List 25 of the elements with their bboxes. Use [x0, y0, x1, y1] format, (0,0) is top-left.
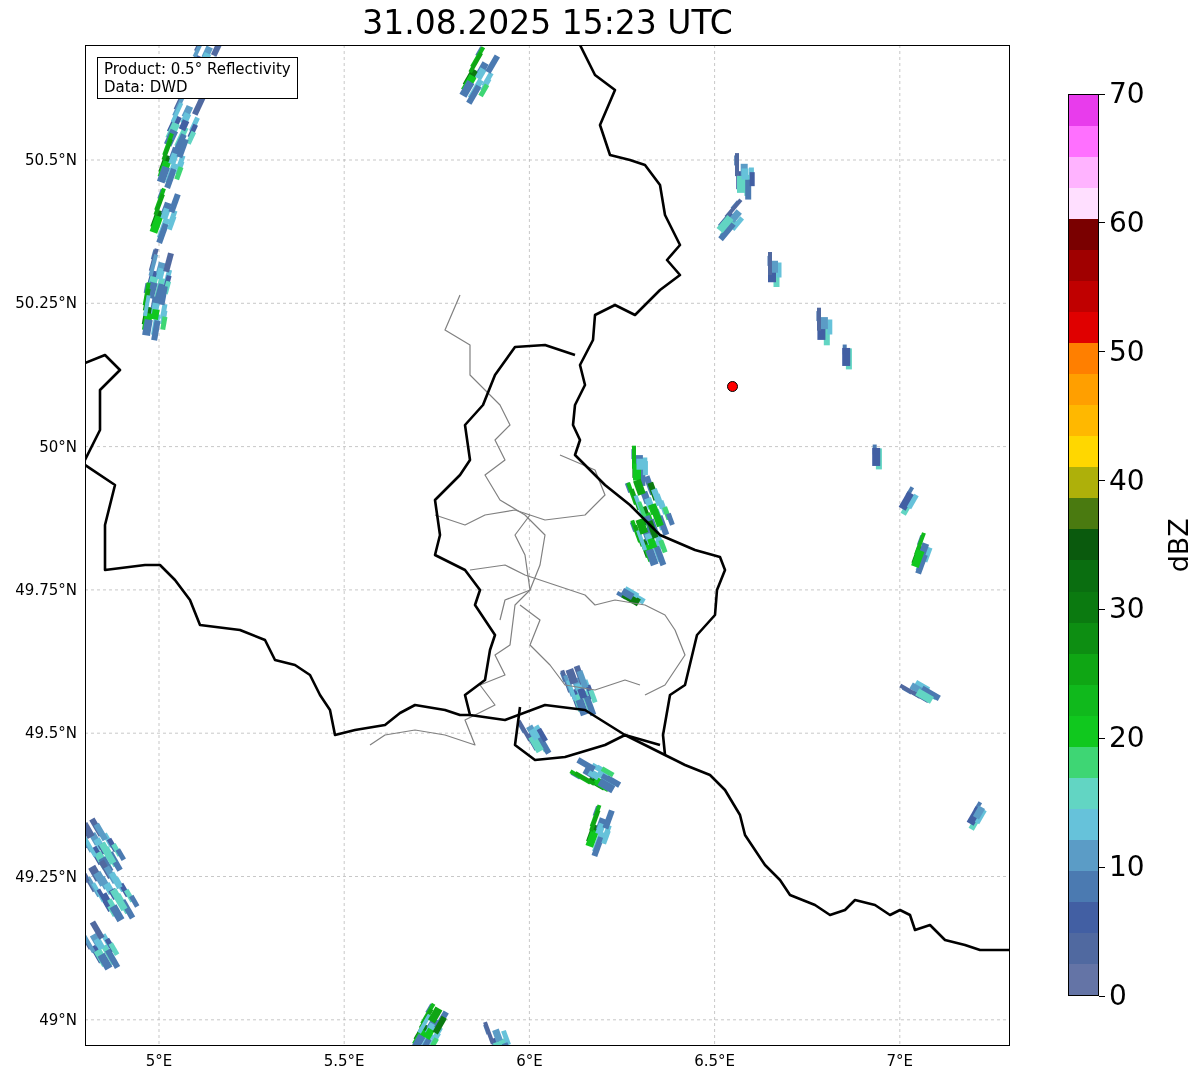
info-text: Product: 0.5° Reflectivity — [104, 60, 291, 78]
axis-tick-label: 7°E — [886, 1051, 914, 1072]
axis-tick-label: 49.75°N — [15, 581, 77, 599]
location-marker — [727, 381, 738, 392]
colorbar-tick-label: 0 — [1109, 982, 1127, 1010]
axis-tick-label: 49°N — [39, 1011, 77, 1029]
colorbar-tick-label: 10 — [1109, 853, 1145, 882]
colorbar-tick-label: 30 — [1109, 595, 1145, 624]
axis-tick-label: 5.5°E — [323, 1051, 365, 1072]
axis-tick-label: 50°N — [39, 438, 77, 455]
axis-tick-label: 50.25°N — [15, 295, 77, 312]
axis-tick-label: 50.5°N — [24, 151, 77, 169]
colorbar-tick-label: 60 — [1109, 208, 1145, 237]
axis-tick-label: 49.25°N — [15, 868, 77, 885]
colorbar-tick-label: 50 — [1109, 337, 1145, 366]
axis-tick-label: 6°E — [516, 1051, 543, 1072]
colorbar-label: dBZ — [1161, 517, 1195, 573]
axis-tick-label: 49.5°N — [24, 724, 77, 742]
colorbar-tick-label: 70 — [1109, 80, 1145, 108]
axis-tick-label: 5°E — [145, 1051, 173, 1072]
colorbar-tick-label: 20 — [1109, 724, 1145, 753]
colorbar-tick-label: 40 — [1109, 466, 1145, 495]
chart-title: 31.08.2025 15:23 UTC — [361, 2, 734, 44]
info-text: Data: DWD — [104, 78, 189, 96]
axis-tick-label: 6.5°E — [694, 1051, 735, 1072]
